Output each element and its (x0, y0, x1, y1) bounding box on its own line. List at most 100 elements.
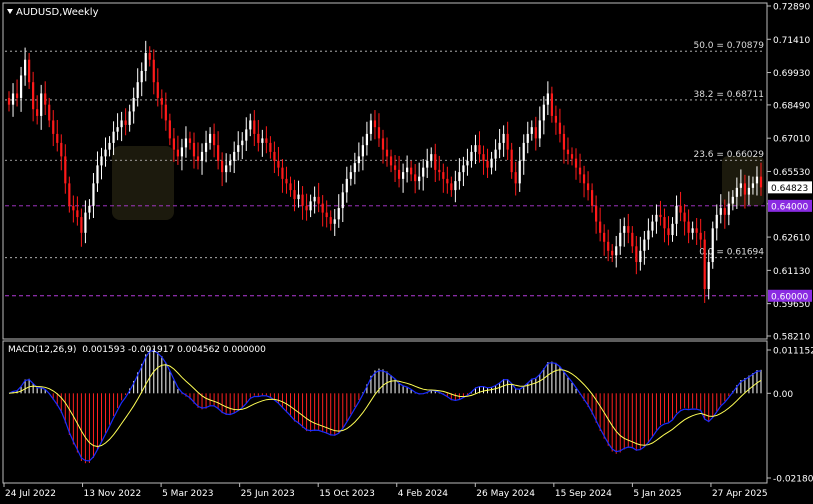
candle-body (603, 232, 606, 242)
candle-body (619, 232, 622, 247)
price-tick-label: 0.69930 (773, 69, 810, 79)
candle-body (273, 151, 276, 161)
candle-body (297, 194, 300, 200)
candle-body (466, 160, 469, 166)
candle-body (281, 167, 284, 179)
time-tick-label: 4 Feb 2024 (398, 489, 449, 499)
candle-body (64, 156, 67, 184)
collapse-arrow-icon[interactable] (7, 9, 13, 14)
price-chart[interactable]: AUDUSD,Weekly 50.0 = 0.70879 38.2 = 0.687… (0, 0, 813, 500)
candle-body (759, 176, 763, 188)
macd-tick-label: -0.021809 (773, 475, 813, 485)
candle-body (345, 178, 348, 193)
candle-body (659, 214, 662, 218)
candle-body (482, 154, 485, 161)
candle-body (23, 59, 27, 76)
candle-body (293, 190, 296, 200)
candle-body (470, 151, 473, 161)
watermark-logo-icon (112, 146, 174, 220)
price-tick-label: 0.61130 (773, 267, 810, 277)
candle-body (84, 212, 87, 233)
candle-body (643, 239, 646, 251)
candle-body (426, 160, 429, 168)
candle-body (695, 228, 698, 233)
candle-body (406, 167, 409, 173)
candle-body (341, 192, 344, 209)
candle-body (337, 208, 340, 220)
time-tick-label: 26 May 2024 (476, 489, 535, 499)
candle-body (715, 214, 718, 229)
candle-body (132, 97, 135, 112)
candle-body (627, 226, 630, 233)
candle-body (321, 203, 324, 213)
candle-body (739, 183, 742, 188)
candle-body (361, 145, 364, 157)
candle-body (245, 129, 248, 141)
candle-body (558, 122, 562, 134)
candle-body (317, 196, 320, 204)
candle-body (381, 138, 385, 150)
candle-body (11, 93, 15, 105)
candle-body (329, 217, 332, 224)
candle-body (414, 174, 417, 182)
candle-body (221, 160, 224, 173)
candle-body (100, 156, 103, 166)
candle-body (599, 221, 602, 233)
candle-body (574, 158, 578, 168)
candle-body (200, 151, 204, 161)
candle-body (542, 104, 545, 121)
candle-body (116, 127, 119, 132)
candle-body (19, 75, 23, 98)
candle-body (80, 217, 83, 233)
candle-body (389, 156, 393, 166)
candle-body (277, 160, 280, 168)
candle-body (458, 172, 461, 182)
price-tick-label: 0.72890 (773, 3, 810, 13)
time-tick-label: 15 Sep 2024 (555, 489, 612, 499)
candle-body (72, 205, 75, 211)
candle-body (731, 196, 734, 204)
candle-body (385, 149, 389, 157)
candle-body (671, 223, 674, 236)
level-price-label: 0.64000 (771, 202, 808, 212)
candle-body (522, 142, 525, 161)
macd-name: MACD(12,26,9) (8, 345, 76, 355)
price-tick-label: 0.67010 (773, 135, 810, 145)
candle-body (590, 190, 594, 206)
candle-body (510, 149, 513, 173)
candle-body (430, 154, 433, 161)
candle-body (52, 120, 55, 134)
candle-body (212, 133, 216, 146)
candle-body (450, 183, 453, 191)
candle-body (92, 183, 95, 206)
fib-level-label: 23.6 = 0.66029 (693, 150, 764, 160)
fib-level-label: 50.0 = 0.70879 (693, 41, 764, 51)
candle-body (474, 145, 477, 152)
candle-body (104, 149, 107, 157)
time-tick-label: 13 Nov 2022 (84, 489, 142, 499)
time-axis: 24 Jul 2022 13 Nov 2022 5 Mar 2023 25 Jun 2… (3, 483, 768, 499)
candle-body (44, 93, 47, 105)
candle-body (418, 176, 421, 182)
current-price-label: 0.64823 (771, 184, 808, 194)
candle-body (208, 133, 212, 143)
price-tick-label: 0.62610 (773, 234, 810, 244)
candle-body (204, 142, 208, 152)
candle-body (96, 165, 99, 184)
time-tick-label: 15 Oct 2023 (319, 489, 375, 499)
candle-body (128, 111, 131, 125)
candle-body (140, 70, 143, 83)
candle-body (40, 93, 43, 116)
candle-body (192, 142, 196, 157)
candle-body (727, 203, 730, 215)
candle-body (639, 250, 642, 263)
candle-body (180, 147, 184, 157)
candle-body (566, 149, 570, 155)
chart-window[interactable]: AUDUSD,Weekly 50.0 = 0.70879 38.2 = 0.687… (0, 0, 813, 500)
candle-body (124, 120, 127, 125)
candle-body (611, 250, 614, 256)
time-tick-label: 5 Jan 2025 (633, 489, 681, 499)
candle-body (285, 178, 288, 184)
candle-body (586, 183, 590, 191)
candle-body (237, 145, 240, 152)
